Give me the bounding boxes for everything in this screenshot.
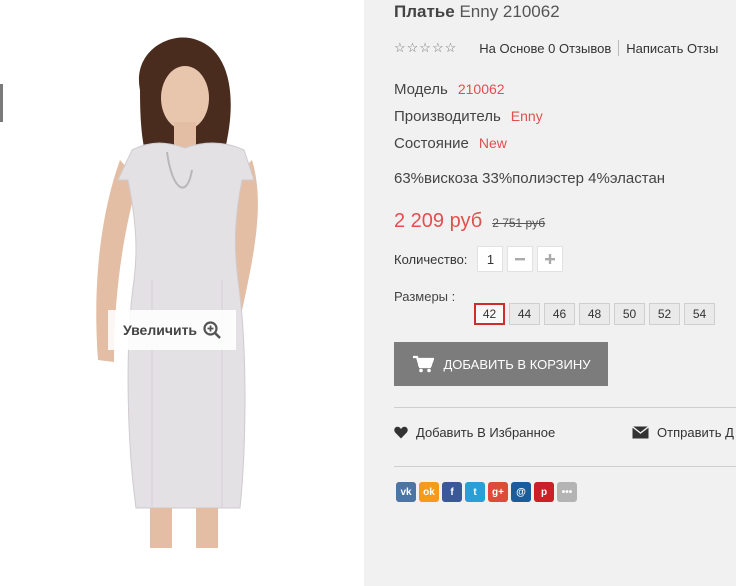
current-price: 2 209 руб [394,210,483,232]
product-attributes: Модель 210062 Производитель Enny Состояние… [394,76,543,157]
add-to-cart-label: ДОБАВИТЬ В КОРЗИНУ [443,356,591,372]
product-gallery: Увеличить [0,0,364,586]
size-option-46[interactable]: 46 [544,303,575,325]
quantity-label: Количество: [394,251,468,267]
send-to-friend-link[interactable]: Отправить Д [632,425,734,440]
rating-row: ☆☆☆☆☆ На Основе 0 Отзывов Написать Отзы [394,40,718,56]
zoom-button[interactable]: Увеличить [108,310,236,350]
size-option-52[interactable]: 52 [649,303,680,325]
attr-maker: Производитель Enny [394,103,543,130]
wishlist-label: Добавить В Избранное [416,425,556,440]
product-title-category: Платье [394,2,455,21]
reviews-link[interactable]: На Основе 0 Отзывов [479,41,611,56]
mailru-icon[interactable]: @ [511,482,531,502]
old-price: 2 751 руб [492,216,546,230]
product-composition: 63%вискоза 33%полиэстер 4%эластан [394,170,666,187]
add-to-wishlist-link[interactable]: Добавить В Избранное [394,425,555,440]
minus-icon [515,258,526,261]
odnoklassniki-icon[interactable]: ok [419,482,439,502]
vk-icon[interactable]: vk [396,482,416,502]
product-title-name: Enny 210062 [459,2,560,21]
size-option-50[interactable]: 50 [614,303,645,325]
size-option-42[interactable]: 42 [474,303,505,325]
gallery-side-tab[interactable] [0,84,3,122]
write-review-link[interactable]: Написать Отзы [626,41,718,56]
shopping-cart-icon [412,355,434,373]
attr-condition-label: Состояние [394,135,469,152]
zoom-label: Увеличить [122,322,198,338]
rating-divider [618,40,620,56]
attr-maker-label: Производитель [394,108,501,125]
quantity-row: Количество: 1 [394,246,564,272]
quantity-plus-button[interactable] [537,246,564,272]
quantity-input[interactable]: 1 [477,246,504,272]
twitter-icon[interactable]: t [465,482,485,502]
facebook-icon[interactable]: f [442,482,462,502]
attr-condition: Состояние New [394,130,543,157]
sizes-label: Размеры : [394,289,456,304]
rating-stars-icon[interactable]: ☆☆☆☆☆ [394,40,457,56]
size-options: 42 44 46 48 50 52 54 [474,303,715,325]
size-option-44[interactable]: 44 [509,303,540,325]
quantity-minus-button[interactable] [507,246,534,272]
attr-model-value: 210062 [457,81,505,97]
divider [394,466,736,467]
attr-model-label: Модель [394,81,448,98]
divider [394,407,736,408]
heart-icon [394,426,408,439]
social-share-bar: vk ok f t g+ @ p ••• [396,482,577,502]
size-option-54[interactable]: 54 [684,303,715,325]
google-plus-icon[interactable]: g+ [488,482,508,502]
size-option-48[interactable]: 48 [579,303,610,325]
pinterest-icon[interactable]: p [534,482,554,502]
attr-model: Модель 210062 [394,76,543,103]
more-icon[interactable]: ••• [557,482,577,502]
product-photo[interactable] [62,30,302,555]
send-label: Отправить Д [657,425,734,440]
product-title: Платье Enny 210062 [394,2,560,22]
zoom-in-icon [203,321,221,339]
attr-condition-value: New [478,135,507,151]
add-to-cart-button[interactable]: ДОБАВИТЬ В КОРЗИНУ [394,342,608,386]
price-row: 2 209 руб 2 751 руб [394,210,545,233]
envelope-icon [632,426,649,439]
plus-icon [545,254,556,264]
attr-maker-value[interactable]: Enny [511,108,543,124]
